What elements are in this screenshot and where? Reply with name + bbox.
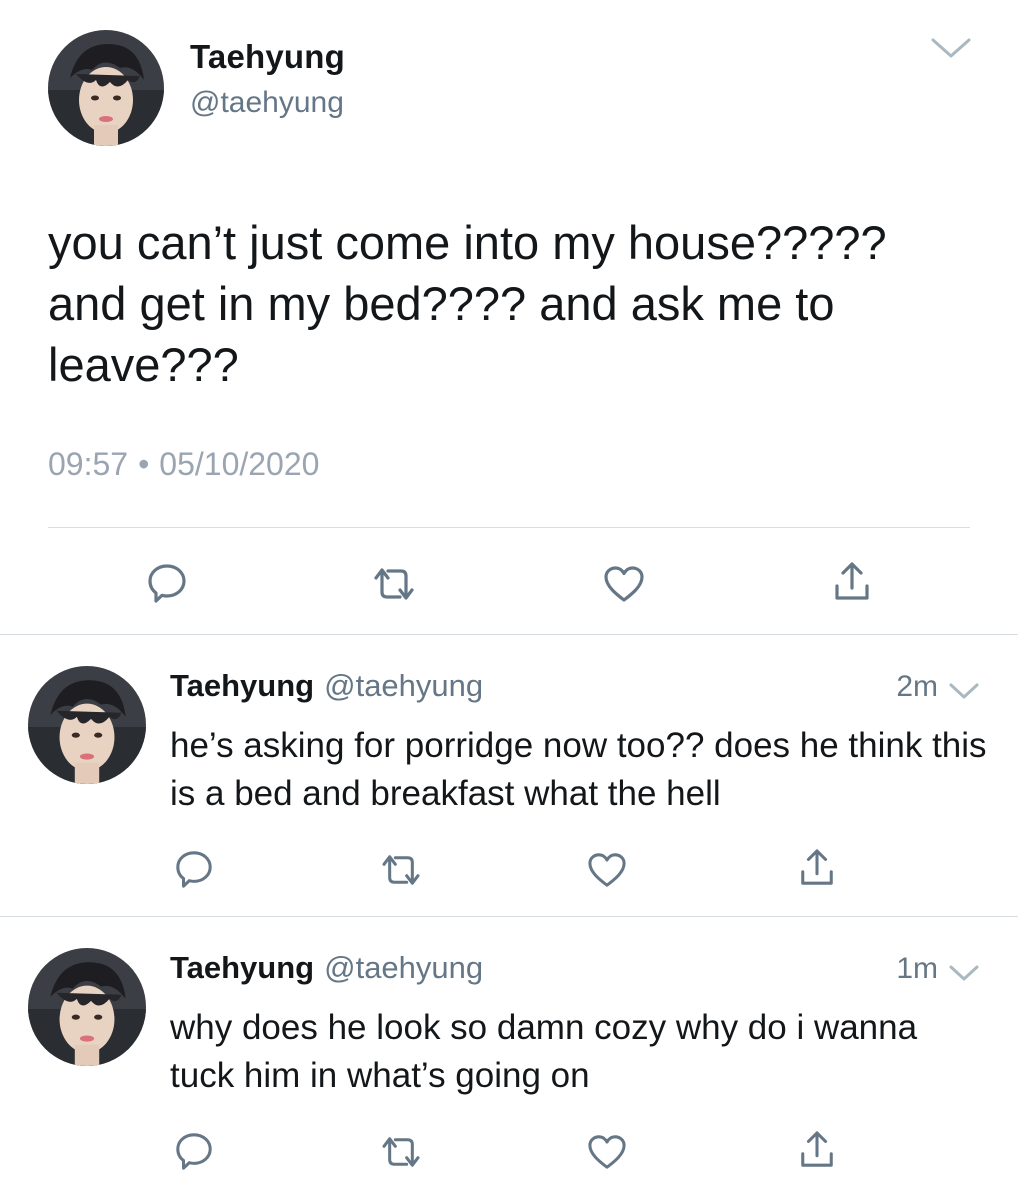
reply-icon[interactable] bbox=[174, 1131, 214, 1171]
avatar[interactable] bbox=[28, 666, 146, 784]
retweet-icon[interactable] bbox=[380, 853, 422, 887]
chevron-down-icon[interactable] bbox=[948, 682, 980, 702]
tweet-text: you can’t just come into my house????? a… bbox=[48, 216, 887, 391]
tweet-thread: Taehyung @taehyung you can’t just come i… bbox=[0, 0, 1018, 1200]
author-name[interactable]: Taehyung bbox=[170, 950, 314, 985]
author-handle[interactable]: @taehyung bbox=[190, 86, 344, 120]
reply-time: 1m bbox=[896, 952, 938, 985]
avatar[interactable] bbox=[28, 948, 146, 1066]
tweet-actions bbox=[0, 1125, 1018, 1175]
reply-header: Taehyung @taehyung bbox=[170, 950, 483, 986]
reply-text: he’s asking for porridge now too?? does … bbox=[170, 726, 987, 813]
author-handle[interactable]: @taehyung bbox=[324, 668, 483, 703]
tweet-time: 09:57 bbox=[48, 446, 129, 482]
reply-icon[interactable] bbox=[146, 562, 188, 604]
divider bbox=[0, 634, 1018, 635]
tweet-date: 05/10/2020 bbox=[159, 446, 320, 482]
share-icon[interactable] bbox=[832, 560, 872, 604]
chevron-down-icon[interactable] bbox=[948, 964, 980, 984]
avatar-image bbox=[28, 666, 146, 784]
share-icon[interactable] bbox=[798, 847, 836, 889]
retweet-icon[interactable] bbox=[380, 1135, 422, 1169]
reply-icon[interactable] bbox=[174, 849, 214, 889]
avatar-image bbox=[48, 30, 164, 146]
divider bbox=[0, 916, 1018, 917]
tweet-actions bbox=[0, 843, 1018, 893]
author-name[interactable]: Taehyung bbox=[190, 38, 345, 76]
divider bbox=[48, 527, 970, 528]
tweet-actions bbox=[0, 556, 1018, 608]
share-icon[interactable] bbox=[798, 1129, 836, 1171]
avatar[interactable] bbox=[48, 30, 164, 146]
avatar-image bbox=[28, 948, 146, 1066]
tweet-timestamp: 09:57 • 05/10/2020 bbox=[48, 446, 319, 483]
reply-header: Taehyung @taehyung bbox=[170, 668, 483, 704]
reply-tweet[interactable]: Taehyung @taehyung 2m he’s asking for por… bbox=[0, 636, 1018, 916]
reply-time: 2m bbox=[896, 670, 938, 703]
author-handle[interactable]: @taehyung bbox=[324, 950, 483, 985]
chevron-down-icon[interactable] bbox=[930, 34, 972, 62]
like-icon[interactable] bbox=[586, 1133, 628, 1171]
reply-tweet[interactable]: Taehyung @taehyung 1m why does he look so… bbox=[0, 918, 1018, 1198]
author-name[interactable]: Taehyung bbox=[170, 668, 314, 703]
meta-separator: • bbox=[138, 446, 150, 482]
reply-text: why does he look so damn cozy why do i w… bbox=[170, 1008, 918, 1095]
like-icon[interactable] bbox=[602, 564, 646, 604]
like-icon[interactable] bbox=[586, 851, 628, 889]
retweet-icon[interactable] bbox=[372, 566, 416, 602]
